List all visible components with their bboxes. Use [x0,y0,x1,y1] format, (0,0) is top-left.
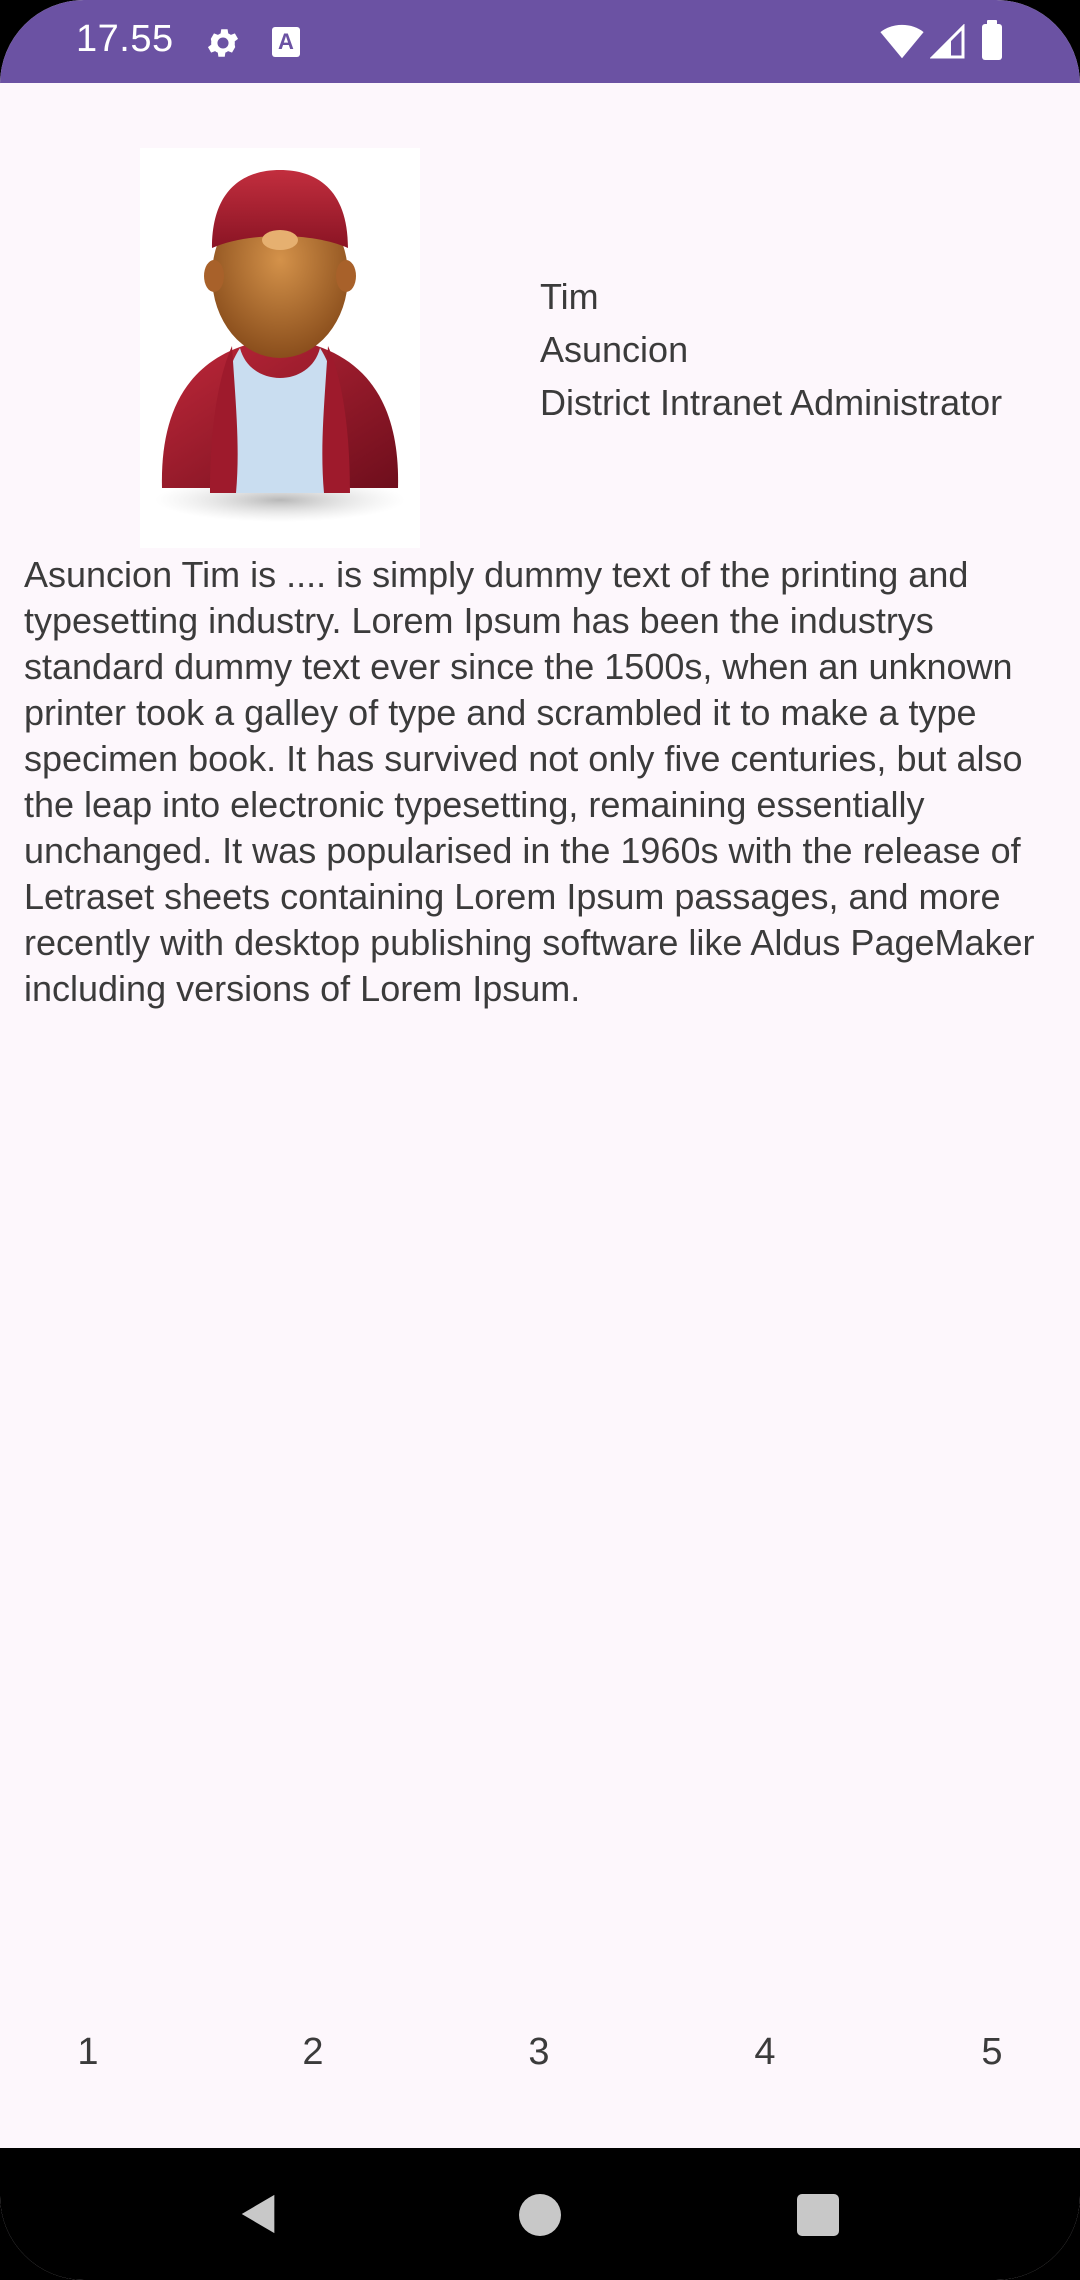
navigation-bar [0,2148,1080,2280]
home-icon[interactable] [519,2194,561,2236]
status-bar: 17.55 A [0,0,1080,83]
battery-icon [982,20,1002,60]
signal-icon [930,24,965,59]
user-avatar-icon [155,170,405,522]
avatar [140,148,420,548]
profile-bio: Asuncion Tim is .... is simply dummy tex… [24,554,1035,1009]
recents-icon[interactable] [797,2194,839,2236]
app-screen: 17.55 A Tim Asuncion District Intranet A… [0,0,1080,2280]
first-name: Tim [540,276,599,317]
pager-item-3[interactable]: 3 [499,2020,579,2084]
wifi-icon [880,24,924,59]
pager-item-1[interactable]: 1 [48,2020,128,2084]
status-time: 17.55 [76,18,174,60]
gear-icon [207,29,239,57]
profile-info: Tim Asuncion District Intranet Administr… [540,270,1002,429]
pager-item-5[interactable]: 5 [952,2020,1032,2084]
pager-item-2[interactable]: 2 [273,2020,353,2084]
last-name: Asuncion [540,329,689,370]
back-icon[interactable] [236,2190,282,2238]
pager-item-4[interactable]: 4 [725,2020,805,2084]
text-a-icon: A [272,27,300,57]
job-title: District Intranet Administrator [540,382,1003,423]
pager: 1 2 3 4 5 [0,2020,1080,2084]
